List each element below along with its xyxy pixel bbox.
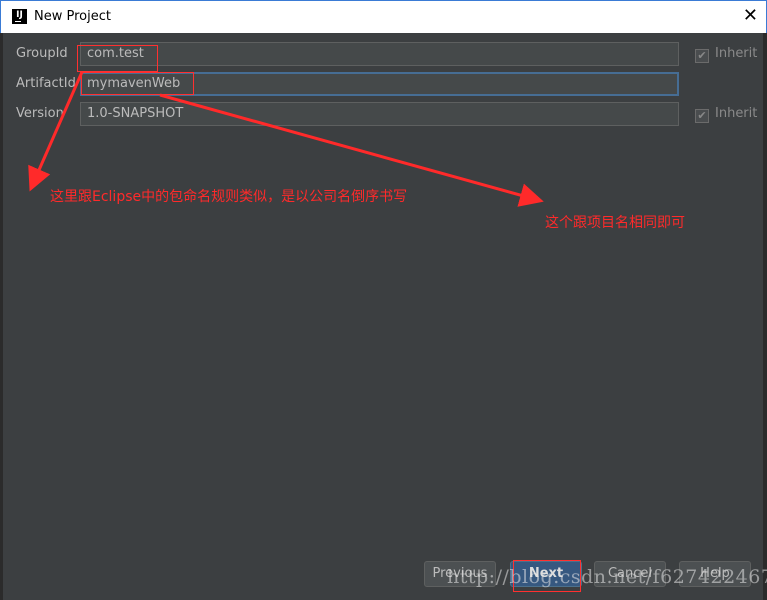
annotation-arrows <box>28 71 544 207</box>
arrow-to-groupid-note <box>28 71 84 192</box>
arrow-to-artifactid-note <box>159 93 544 207</box>
watermark: http://blog.csdn.net/f627422467 <box>447 566 767 588</box>
groupid-annotation: 这里跟Eclipse中的包命名规则类似，是以公司名倒序书写 <box>50 189 408 205</box>
artifactid-annotation: 这个跟项目名相同即可 <box>545 215 685 231</box>
